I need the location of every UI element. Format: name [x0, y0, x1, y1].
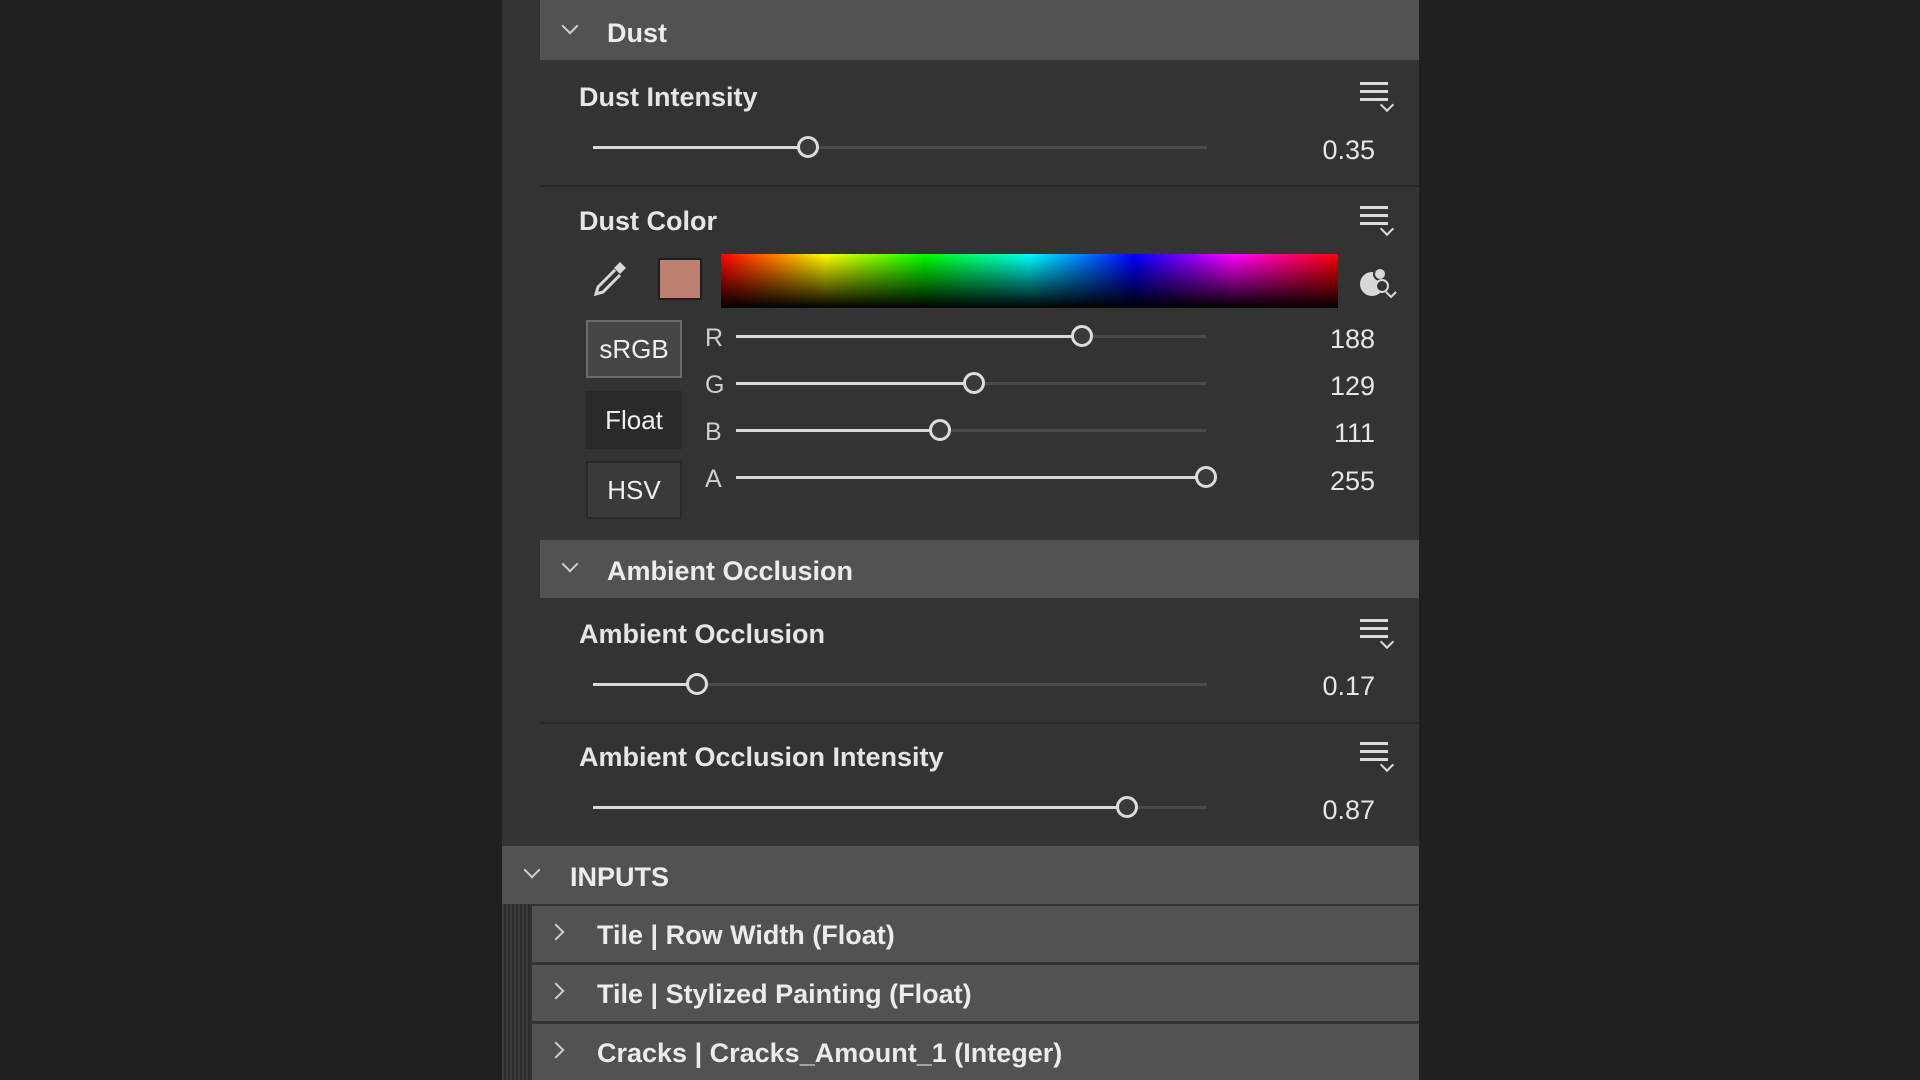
channel-g-value[interactable]: 129: [1255, 371, 1375, 402]
channel-a-handle[interactable]: [1195, 466, 1217, 488]
param-menu-icon[interactable]: [1360, 80, 1395, 113]
input-item[interactable]: Tile | Stylized Painting (Float): [532, 965, 1419, 1021]
param-menu-icon[interactable]: [1360, 740, 1395, 773]
ao-intensity-fill: [593, 806, 1128, 809]
dust-group-header[interactable]: Dust: [540, 0, 1419, 60]
dust-color-label: Dust Color: [579, 206, 717, 236]
ao-group-header[interactable]: Ambient Occlusion: [540, 540, 1419, 598]
ao-intensity-value[interactable]: 0.87: [1255, 795, 1375, 826]
tree-indent-guide: [502, 904, 530, 1080]
dust-intensity-handle[interactable]: [796, 136, 819, 158]
chevron-down-icon: [561, 17, 579, 35]
dust-intensity-value[interactable]: 0.35: [1255, 135, 1375, 166]
ao-intensity-label: Ambient Occlusion Intensity: [579, 742, 944, 772]
channel-r-value[interactable]: 188: [1255, 324, 1375, 355]
input-item[interactable]: Cracks | Cracks_Amount_1 (Integer): [532, 1024, 1419, 1080]
input-item[interactable]: Tile | Row Width (Float): [532, 906, 1419, 962]
channel-g-label: G: [705, 371, 725, 399]
palette-menu-icon[interactable]: [1356, 262, 1398, 302]
inputs-section-header[interactable]: INPUTS: [502, 846, 1419, 904]
inputs-section-title: INPUTS: [570, 862, 670, 892]
input-item-label: Tile | Stylized Painting (Float): [597, 979, 972, 1009]
chevron-down-icon: [523, 861, 541, 879]
dust-group-title: Dust: [607, 18, 667, 48]
chevron-right-icon: [547, 923, 565, 941]
channel-a-label: A: [705, 465, 722, 493]
input-item-label: Cracks | Cracks_Amount_1 (Integer): [597, 1038, 1063, 1068]
chevron-right-icon: [547, 1041, 565, 1059]
dust-intensity-label: Dust Intensity: [579, 82, 758, 112]
input-item-label: Tile | Row Width (Float): [597, 920, 895, 950]
channel-a-value[interactable]: 255: [1255, 466, 1375, 497]
float-mode-button[interactable]: Float: [586, 391, 682, 449]
srgb-mode-button[interactable]: sRGB: [586, 320, 682, 378]
channel-b-label: B: [705, 418, 722, 446]
channel-g-handle[interactable]: [962, 372, 985, 394]
ambient-occlusion-value[interactable]: 0.17: [1255, 671, 1375, 702]
param-menu-icon[interactable]: [1360, 204, 1395, 237]
ao-intensity-handle[interactable]: [1116, 796, 1139, 818]
chevron-down-icon: [561, 555, 579, 573]
channel-r-fill: [736, 335, 1083, 338]
chevron-right-icon: [547, 982, 565, 1000]
channel-b-fill: [736, 429, 941, 432]
eyedropper-icon[interactable]: [590, 258, 630, 300]
divider: [540, 185, 1419, 187]
dust-intensity-fill: [593, 146, 808, 149]
param-menu-icon[interactable]: [1360, 617, 1395, 650]
hue-spectrum-picker[interactable]: [721, 254, 1338, 308]
hsv-mode-button[interactable]: HSV: [586, 461, 682, 519]
ambient-occlusion-label: Ambient Occlusion: [579, 619, 826, 649]
channel-b-value[interactable]: 111: [1255, 418, 1375, 449]
channel-r-label: R: [705, 324, 724, 352]
channel-a-fill: [736, 476, 1206, 479]
ambient-occlusion-fill: [593, 683, 698, 686]
color-swatch[interactable]: [658, 258, 702, 300]
ao-group-title: Ambient Occlusion: [607, 556, 854, 586]
divider: [540, 722, 1419, 724]
channel-g-fill: [736, 382, 974, 385]
